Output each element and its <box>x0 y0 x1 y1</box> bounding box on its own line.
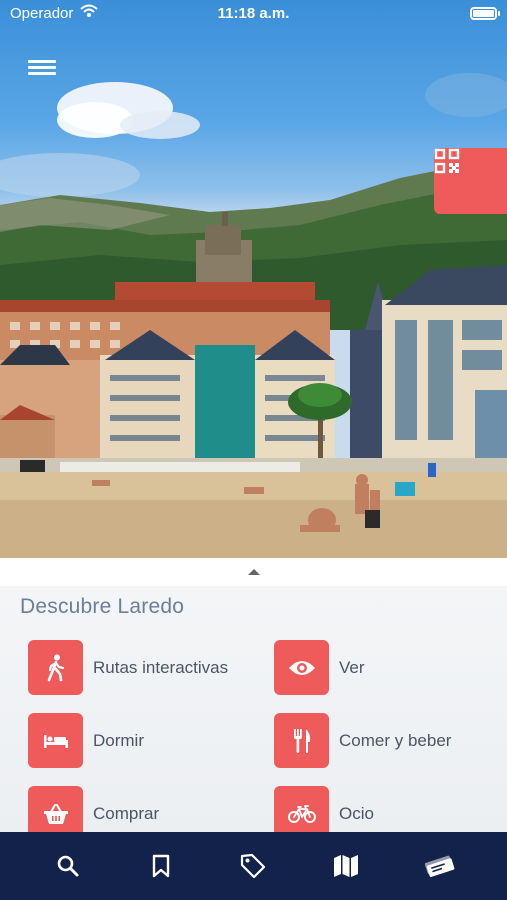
chevron-up-icon <box>248 569 260 575</box>
qr-code-icon <box>434 148 460 174</box>
category-label: Comer y beber <box>339 730 452 750</box>
search-icon <box>57 855 79 877</box>
sheet-handle[interactable] <box>0 558 507 586</box>
shopping-basket-icon <box>43 803 68 824</box>
bed-icon <box>43 734 68 748</box>
bottom-tab-bar <box>0 832 507 900</box>
tag-icon <box>241 853 266 879</box>
clock: 11:18 a.m. <box>217 5 290 22</box>
category-label: Comprar <box>93 803 160 823</box>
category-comer-y-beber[interactable]: Comer y beber <box>274 713 451 768</box>
category-dormir[interactable]: Dormir <box>28 713 144 768</box>
category-ver[interactable]: Ver <box>274 640 365 695</box>
tab-offers[interactable] <box>231 844 275 888</box>
category-label: Rutas interactivas <box>93 657 229 677</box>
hamburger-menu-icon[interactable] <box>28 57 56 79</box>
tab-tickets[interactable] <box>417 844 461 888</box>
discover-sheet: Descubre Laredo Rutas interactivas Ver D… <box>0 558 507 841</box>
battery-icon <box>470 7 500 20</box>
category-rutas-interactivas[interactable]: Rutas interactivas <box>28 640 228 695</box>
category-label: Ocio <box>339 803 374 823</box>
hero-photo: Operador 11:18 a.m. <box>0 0 507 558</box>
qr-code-button[interactable] <box>434 148 507 214</box>
category-label: Ver <box>339 657 365 677</box>
tab-bookmarks[interactable] <box>139 844 183 888</box>
tab-search[interactable] <box>46 844 90 888</box>
walking-person-icon <box>47 654 64 681</box>
map-icon <box>334 855 359 877</box>
sheet-title: Descubre Laredo <box>20 595 185 618</box>
status-bar: Operador 11:18 a.m. <box>0 0 507 28</box>
tab-map[interactable] <box>324 844 368 888</box>
eye-icon <box>288 660 315 675</box>
fork-knife-icon <box>293 728 310 753</box>
bookmark-icon <box>152 854 170 878</box>
category-label: Dormir <box>93 730 144 750</box>
bicycle-icon <box>287 804 316 823</box>
tickets-icon <box>424 855 455 877</box>
